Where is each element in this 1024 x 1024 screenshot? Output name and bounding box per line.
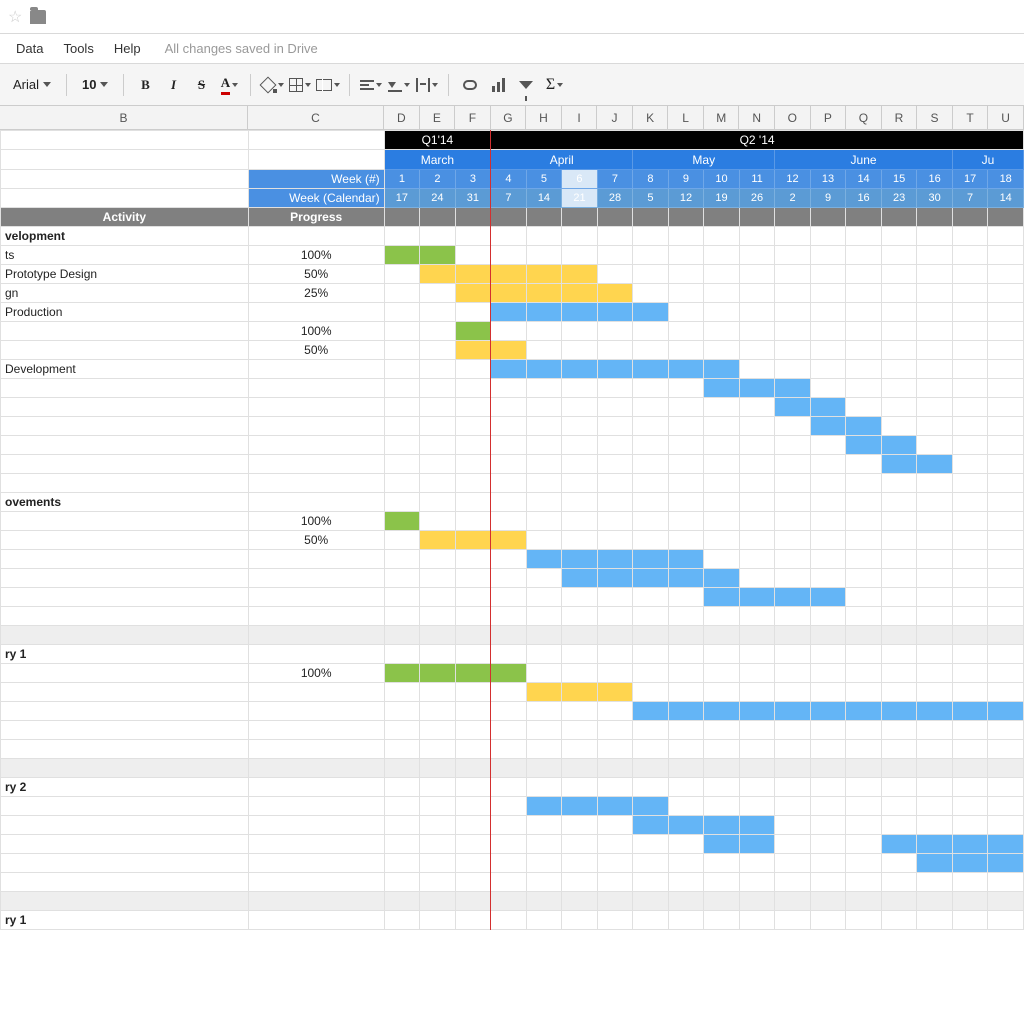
caret-down-icon — [334, 83, 340, 87]
caret-down-icon — [100, 82, 108, 87]
fill-color-button[interactable] — [259, 72, 285, 98]
spreadsheet[interactable]: BCDEFGHIJKLMNOPQRSTU Q1'14Q2 '14MarchApr… — [0, 106, 1024, 930]
caret-down-icon — [404, 83, 410, 87]
italic-button[interactable]: I — [160, 72, 186, 98]
column-header[interactable]: L — [668, 106, 704, 129]
strikethrough-button[interactable]: S — [188, 72, 214, 98]
sheet-grid[interactable]: Q1'14Q2 '14MarchAprilMayJuneJuWeek (#)12… — [0, 130, 1024, 930]
borders-icon — [289, 78, 303, 92]
column-header[interactable]: P — [811, 106, 847, 129]
chart-icon — [492, 78, 505, 92]
column-header[interactable]: D — [384, 106, 420, 129]
text-color-button[interactable]: A — [216, 72, 242, 98]
title-bar: ☆ — [0, 0, 1024, 34]
paint-bucket-icon — [260, 77, 276, 93]
column-header[interactable]: B — [0, 106, 248, 129]
menu-help[interactable]: Help — [106, 37, 149, 60]
merge-icon — [316, 79, 332, 91]
filter-button[interactable] — [513, 72, 539, 98]
menu-data[interactable]: Data — [8, 37, 51, 60]
functions-button[interactable]: Σ — [541, 72, 567, 98]
caret-down-icon — [232, 83, 238, 87]
bold-button[interactable]: B — [132, 72, 158, 98]
column-header[interactable]: G — [491, 106, 527, 129]
menu-bar: Data Tools Help All changes saved in Dri… — [0, 34, 1024, 64]
filter-icon — [519, 81, 533, 89]
font-size-dropdown[interactable]: 10 — [75, 72, 115, 98]
caret-down-icon — [278, 83, 284, 87]
font-family-value: Arial — [13, 77, 39, 92]
folder-icon[interactable] — [30, 10, 46, 24]
column-header[interactable]: S — [917, 106, 953, 129]
vertical-align-button[interactable] — [386, 72, 412, 98]
toolbar: Arial 10 B I S A Σ — [0, 64, 1024, 106]
align-left-icon — [360, 80, 374, 90]
column-header[interactable]: N — [739, 106, 775, 129]
caret-down-icon — [305, 83, 311, 87]
borders-button[interactable] — [287, 72, 313, 98]
column-header[interactable]: K — [633, 106, 669, 129]
column-header[interactable]: I — [562, 106, 598, 129]
column-header[interactable]: C — [248, 106, 384, 129]
column-header-row: BCDEFGHIJKLMNOPQRSTU — [0, 106, 1024, 130]
column-header[interactable]: Q — [846, 106, 882, 129]
merge-cells-button[interactable] — [315, 72, 341, 98]
column-header[interactable]: R — [882, 106, 918, 129]
column-header[interactable]: J — [597, 106, 633, 129]
caret-down-icon — [557, 83, 563, 87]
caret-down-icon — [432, 83, 438, 87]
column-header[interactable]: U — [988, 106, 1024, 129]
column-header[interactable]: E — [420, 106, 456, 129]
sigma-icon: Σ — [546, 76, 555, 94]
column-header[interactable]: O — [775, 106, 811, 129]
wrap-icon — [416, 78, 430, 92]
star-icon[interactable]: ☆ — [8, 7, 22, 27]
font-family-dropdown[interactable]: Arial — [6, 72, 58, 98]
save-status: All changes saved in Drive — [165, 41, 318, 56]
column-header[interactable]: H — [526, 106, 562, 129]
horizontal-align-button[interactable] — [358, 72, 384, 98]
column-header[interactable]: T — [953, 106, 989, 129]
caret-down-icon — [376, 83, 382, 87]
caret-down-icon — [43, 82, 51, 87]
column-header[interactable]: M — [704, 106, 740, 129]
column-header[interactable]: F — [455, 106, 491, 129]
insert-chart-button[interactable] — [485, 72, 511, 98]
text-wrap-button[interactable] — [414, 72, 440, 98]
font-size-value: 10 — [82, 77, 96, 92]
menu-tools[interactable]: Tools — [55, 37, 101, 60]
align-bottom-icon — [388, 78, 402, 92]
insert-link-button[interactable] — [457, 72, 483, 98]
link-icon — [463, 80, 477, 90]
